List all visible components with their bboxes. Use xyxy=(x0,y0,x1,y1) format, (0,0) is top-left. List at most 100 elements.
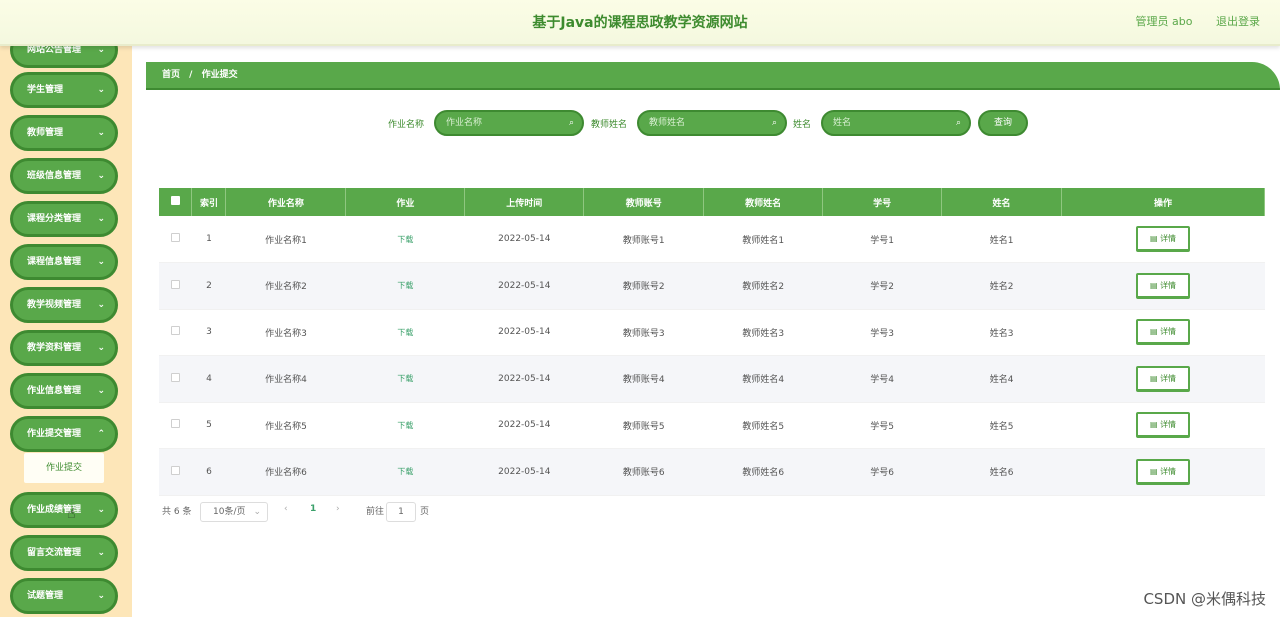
table-header-row: 索引 作业名称 作业 上传时间 教师账号 教师姓名 学号 姓名 操作 xyxy=(159,188,1265,216)
sidebar-item-classes[interactable]: 班级信息管理 ⌄ xyxy=(10,158,118,194)
download-link[interactable]: 下载 xyxy=(397,421,413,430)
breadcrumb-current: 作业提交 xyxy=(201,70,238,80)
col-student-name: 姓名 xyxy=(941,188,1063,216)
cell-homework-name: 作业名称5 xyxy=(225,402,346,449)
homework-name-input[interactable]: 作业名称 ⌕ xyxy=(434,110,584,136)
download-link[interactable]: 下载 xyxy=(397,235,413,244)
homework-name-label: 作业名称 xyxy=(388,120,425,130)
breadcrumb-home[interactable]: 首页 xyxy=(162,70,180,80)
cell-student-no: 学号6 xyxy=(822,448,942,496)
sidebar-subitem-submission[interactable]: 作业提交 xyxy=(24,453,104,483)
document-icon: ▤ xyxy=(1149,466,1161,476)
sidebar-item-videos[interactable]: 教学视频管理 ⌄ xyxy=(10,287,118,323)
document-icon: ▤ xyxy=(1149,327,1161,337)
detail-button[interactable]: ▤ 详情 xyxy=(1136,412,1191,439)
cell-homework-name: 作业名称3 xyxy=(225,309,346,356)
download-link[interactable]: 下载 xyxy=(397,281,413,290)
detail-button[interactable]: ▤ 详情 xyxy=(1136,365,1191,392)
sidebar-item-questions[interactable]: 试题管理 ⌄ xyxy=(10,578,118,614)
total-count: 共 6 条 xyxy=(162,507,192,517)
search-icon: ⌕ xyxy=(955,118,961,128)
row-checkbox[interactable] xyxy=(159,216,192,263)
cell-teacher-name: 教师姓名4 xyxy=(703,355,823,403)
document-icon: ▤ xyxy=(1149,280,1161,290)
sidebar-item-courses[interactable]: 课程信息管理 ⌄ xyxy=(10,244,118,280)
cell-homework-name: 作业名称4 xyxy=(225,355,346,403)
main-content: 首页 / 作业提交 作业名称 作业名称 ⌕ 教师姓名 教师姓名 ⌕ 姓名 姓名 … xyxy=(132,46,1280,617)
cell-student-name: 姓名2 xyxy=(941,262,1062,310)
detail-button[interactable]: ▤ 详情 xyxy=(1136,458,1191,485)
cell-teacher-name: 教师姓名5 xyxy=(703,402,823,449)
chevron-up-icon: ⌃ xyxy=(97,429,105,439)
page-size-select[interactable]: 10条/页 ⌄ xyxy=(200,502,268,522)
cell-student-no: 学号2 xyxy=(822,262,942,310)
cell-student-name: 姓名3 xyxy=(941,309,1062,356)
cell-teacher-name: 教师姓名1 xyxy=(703,216,823,263)
chevron-down-icon: ⌄ xyxy=(97,300,105,310)
download-link[interactable]: 下载 xyxy=(397,374,413,383)
goto-page-input[interactable]: 1 xyxy=(386,502,416,522)
sidebar-item-messages[interactable]: 留言交流管理 ⌄ xyxy=(10,535,118,571)
mouse-pointer-icon: ☝ xyxy=(67,506,76,522)
cell-student-name: 姓名5 xyxy=(941,402,1062,449)
watermark: CSDN @米偶科技 xyxy=(1143,590,1266,608)
teacher-name-label: 教师姓名 xyxy=(591,120,628,130)
cell-teacher-account: 教师账号1 xyxy=(583,216,704,263)
cell-homework-name: 作业名称6 xyxy=(225,448,346,496)
cell-student-name: 姓名4 xyxy=(941,355,1062,403)
row-checkbox[interactable] xyxy=(159,355,192,403)
sidebar-item-grades[interactable]: 作业成绩管理 ⌄ xyxy=(10,492,118,528)
cell-upload-time: 2022-05-14 xyxy=(464,262,584,310)
search-icon: ⌕ xyxy=(771,118,777,128)
col-teacher-name: 教师姓名 xyxy=(703,188,824,216)
student-name-input[interactable]: 姓名 ⌕ xyxy=(821,110,971,136)
cell-homework-name: 作业名称1 xyxy=(225,216,346,263)
cell-teacher-account: 教师账号2 xyxy=(583,262,704,310)
cell-upload-time: 2022-05-14 xyxy=(464,216,584,263)
sidebar-item-homework[interactable]: 作业信息管理 ⌄ xyxy=(10,373,118,409)
top-bar: 基于Java的课程思政教学资源网站 管理员 abo 退出登录 xyxy=(0,0,1280,46)
logout-link[interactable]: 退出登录 xyxy=(1216,15,1260,28)
detail-button[interactable]: ▤ 详情 xyxy=(1136,226,1191,252)
sidebar-item-homework-submissions[interactable]: 作业提交管理 ⌃ xyxy=(10,416,118,452)
cell-teacher-account: 教师账号5 xyxy=(583,402,704,449)
sidebar-item-students[interactable]: 学生管理 ⌄ xyxy=(10,72,118,108)
row-checkbox[interactable] xyxy=(159,262,192,310)
document-icon: ▤ xyxy=(1149,234,1161,243)
chevron-down-icon: ⌄ xyxy=(97,85,105,95)
goto-label: 前往 xyxy=(366,507,385,517)
cell-index: 3 xyxy=(191,309,226,356)
query-button[interactable]: 查询 xyxy=(978,110,1028,136)
cell-index: 5 xyxy=(191,402,226,449)
sidebar-item-materials[interactable]: 教学资料管理 ⌄ xyxy=(10,330,118,366)
prev-page-icon[interactable]: ‹ xyxy=(284,504,288,514)
chevron-down-icon: ⌄ xyxy=(97,171,105,181)
detail-button[interactable]: ▤ 详情 xyxy=(1136,272,1191,299)
cell-teacher-name: 教师姓名6 xyxy=(703,448,823,496)
next-page-icon[interactable]: › xyxy=(336,504,340,514)
search-icon: ⌕ xyxy=(568,118,574,128)
col-upload-time: 上传时间 xyxy=(464,188,585,216)
sidebar-item-notice[interactable]: 网站公告管理 ⌄ xyxy=(10,46,118,68)
current-user: 管理员 abo xyxy=(1135,15,1193,28)
cell-upload-time: 2022-05-14 xyxy=(464,448,584,496)
row-checkbox[interactable] xyxy=(159,448,192,496)
table-row: 5 作业名称5 下载 2022-05-14 教师账号5 教师姓名5 学号5 姓名… xyxy=(159,402,1265,449)
cell-teacher-name: 教师姓名2 xyxy=(703,262,823,310)
page-number[interactable]: 1 xyxy=(310,504,316,514)
student-name-label: 姓名 xyxy=(793,120,812,130)
chevron-down-icon: ⌄ xyxy=(97,257,105,267)
row-checkbox[interactable] xyxy=(159,402,192,449)
detail-button[interactable]: ▤ 详情 xyxy=(1136,319,1191,346)
select-all-checkbox[interactable] xyxy=(159,188,193,216)
sidebar-item-course-categories[interactable]: 课程分类管理 ⌄ xyxy=(10,201,118,237)
row-checkbox[interactable] xyxy=(159,309,192,356)
chevron-down-icon: ⌄ xyxy=(97,128,105,138)
sidebar-item-teachers[interactable]: 教师管理 ⌄ xyxy=(10,115,118,151)
breadcrumb: 首页 / 作业提交 xyxy=(146,62,1280,90)
teacher-name-input[interactable]: 教师姓名 ⌕ xyxy=(637,110,787,136)
download-link[interactable]: 下载 xyxy=(397,328,413,337)
cell-upload-time: 2022-05-14 xyxy=(464,309,584,356)
col-teacher-account: 教师账号 xyxy=(583,188,705,216)
download-link[interactable]: 下载 xyxy=(397,467,413,476)
